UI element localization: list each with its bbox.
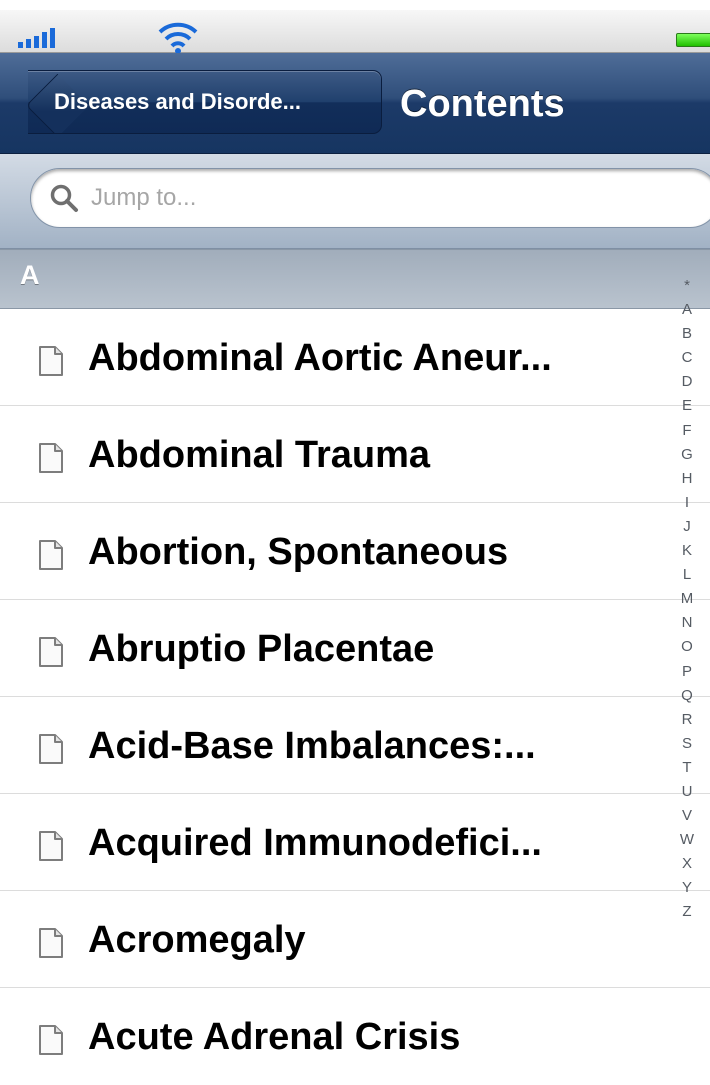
document-icon	[39, 443, 63, 473]
index-letter[interactable]: O	[681, 635, 693, 659]
list-item[interactable]: Acid-Base Imbalances:...	[0, 697, 710, 794]
index-letter[interactable]: X	[682, 852, 692, 876]
section-header-title: A	[20, 260, 40, 290]
search-icon	[50, 184, 78, 212]
list-item[interactable]: Acute Adrenal Crisis	[0, 988, 710, 1085]
list-item[interactable]: Acquired Immunodefici...	[0, 794, 710, 891]
search-bar	[0, 154, 710, 249]
index-letter[interactable]: E	[682, 394, 692, 418]
index-letter[interactable]: B	[682, 322, 692, 346]
list-item-label: Abdominal Aortic Aneur...	[88, 337, 552, 379]
index-letter[interactable]: S	[682, 732, 692, 756]
index-letter[interactable]: *	[684, 274, 690, 298]
list-item-label: Acquired Immunodefici...	[88, 822, 542, 864]
list-item-label: Abortion, Spontaneous	[88, 531, 509, 573]
section-index[interactable]: * A B C D E F G H I J K L M N O P Q R S …	[672, 274, 702, 925]
battery-icon	[676, 33, 710, 47]
document-icon	[39, 1025, 63, 1055]
contents-list: Abdominal Aortic Aneur... Abdominal Trau…	[0, 309, 710, 1085]
index-letter[interactable]: H	[682, 467, 693, 491]
status-bar	[0, 10, 710, 54]
list-item-label: Acromegaly	[88, 919, 306, 961]
index-letter[interactable]: G	[681, 443, 693, 467]
document-icon	[39, 637, 63, 667]
index-letter[interactable]: W	[680, 828, 694, 852]
index-letter[interactable]: Y	[682, 876, 692, 900]
wifi-icon	[158, 22, 198, 54]
index-letter[interactable]: A	[682, 298, 692, 322]
index-letter[interactable]: I	[685, 491, 689, 515]
back-button[interactable]: Diseases and Disorde...	[28, 70, 382, 134]
index-letter[interactable]: M	[681, 587, 694, 611]
signal-icon	[18, 28, 55, 48]
list-item-label: Abruptio Placentae	[88, 628, 435, 670]
list-item[interactable]: Acromegaly	[0, 891, 710, 988]
list-item-label: Abdominal Trauma	[88, 434, 431, 476]
index-letter[interactable]: P	[682, 660, 692, 684]
list-item[interactable]: Abdominal Trauma	[0, 406, 710, 503]
search-input[interactable]	[89, 183, 653, 213]
index-letter[interactable]: Q	[681, 684, 693, 708]
index-letter[interactable]: U	[682, 780, 693, 804]
list-item-label: Acute Adrenal Crisis	[88, 1016, 461, 1058]
page-title: Contents	[400, 83, 565, 125]
index-letter[interactable]: N	[682, 611, 693, 635]
index-letter[interactable]: F	[682, 419, 691, 443]
index-letter[interactable]: D	[682, 370, 693, 394]
index-letter[interactable]: K	[682, 539, 692, 563]
navigation-bar: Diseases and Disorde... Contents	[0, 53, 710, 154]
search-field[interactable]	[30, 168, 710, 228]
index-letter[interactable]: J	[683, 515, 691, 539]
index-letter[interactable]: C	[682, 346, 693, 370]
index-letter[interactable]: R	[682, 708, 693, 732]
document-icon	[39, 734, 63, 764]
index-letter[interactable]: T	[682, 756, 691, 780]
list-item[interactable]: Abortion, Spontaneous	[0, 503, 710, 600]
index-letter[interactable]: L	[683, 563, 691, 587]
document-icon	[39, 540, 63, 570]
index-letter[interactable]: V	[682, 804, 692, 828]
document-icon	[39, 928, 63, 958]
list-item[interactable]: Abdominal Aortic Aneur...	[0, 309, 710, 406]
list-item[interactable]: Abruptio Placentae	[0, 600, 710, 697]
back-button-label: Diseases and Disorde...	[54, 89, 301, 114]
index-letter[interactable]: Z	[682, 900, 691, 924]
list-item-label: Acid-Base Imbalances:...	[88, 725, 536, 767]
section-header: A	[0, 249, 710, 309]
document-icon	[39, 831, 63, 861]
document-icon	[39, 346, 63, 376]
